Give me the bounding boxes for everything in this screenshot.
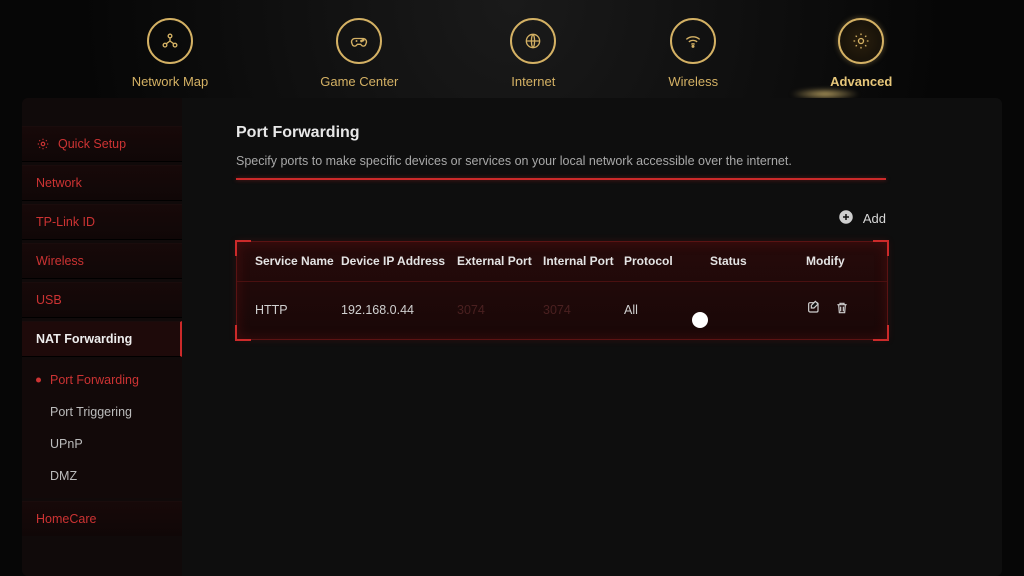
table-row: HTTP 192.168.0.44 3074 3074 All xyxy=(237,282,887,339)
corner-decoration xyxy=(873,240,889,256)
sidebar-item-nat-forwarding[interactable]: NAT Forwarding xyxy=(22,321,182,357)
sidebar-item-tp-link-id[interactable]: TP-Link ID xyxy=(22,204,182,240)
edit-button[interactable] xyxy=(806,300,822,319)
add-button[interactable]: Add xyxy=(837,208,886,229)
topnav-game-center[interactable]: Game Center xyxy=(320,18,398,89)
main-panel: Port Forwarding Specify ports to make sp… xyxy=(182,98,1002,576)
topnav-network-map[interactable]: Network Map xyxy=(132,18,209,89)
plus-circle-icon xyxy=(837,208,855,229)
topnav-label: Wireless xyxy=(668,74,718,89)
sidebar: Quick Setup Network TP-Link ID Wireless … xyxy=(22,98,182,576)
corner-decoration xyxy=(873,325,889,341)
cell-ip: 192.168.0.44 xyxy=(341,303,451,317)
gamepad-icon xyxy=(336,18,382,64)
topnav-label: Internet xyxy=(511,74,555,89)
sidebar-sub-label: UPnP xyxy=(50,437,83,451)
edit-icon xyxy=(806,300,822,316)
sidebar-item-label: TP-Link ID xyxy=(36,215,95,229)
top-nav: Network Map Game Center Internet Wireles… xyxy=(0,0,1024,89)
sidebar-item-label: NAT Forwarding xyxy=(36,332,132,346)
sidebar-sub-upnp[interactable]: UPnP xyxy=(22,428,182,460)
gear-icon xyxy=(36,137,50,151)
sidebar-item-label: USB xyxy=(36,293,62,307)
col-ext: External Port xyxy=(457,254,537,269)
col-proto: Protocol xyxy=(624,254,704,269)
table-header: Service Name Device IP Address External … xyxy=(237,242,887,282)
sidebar-item-label: Wireless xyxy=(36,254,84,268)
sidebar-item-label: HomeCare xyxy=(36,512,96,526)
network-map-icon xyxy=(147,18,193,64)
sidebar-item-wireless[interactable]: Wireless xyxy=(22,243,182,279)
col-int: Internal Port xyxy=(543,254,618,269)
topnav-label: Advanced xyxy=(830,74,892,89)
topnav-label: Game Center xyxy=(320,74,398,89)
page-description: Specify ports to make specific devices o… xyxy=(236,154,974,168)
port-forwarding-table: Service Name Device IP Address External … xyxy=(236,241,888,340)
sidebar-item-usb[interactable]: USB xyxy=(22,282,182,318)
wifi-icon xyxy=(670,18,716,64)
cell-protocol: All xyxy=(624,303,704,317)
sidebar-item-homecare[interactable]: HomeCare xyxy=(22,501,182,536)
corner-decoration xyxy=(235,325,251,341)
cell-service: HTTP xyxy=(255,303,335,317)
modify-cell xyxy=(806,300,896,319)
trash-icon xyxy=(834,300,850,316)
col-service: Service Name xyxy=(255,254,335,269)
delete-button[interactable] xyxy=(834,300,850,319)
globe-icon xyxy=(510,18,556,64)
page-title: Port Forwarding xyxy=(236,124,974,142)
content-shell: Quick Setup Network TP-Link ID Wireless … xyxy=(22,98,1002,576)
col-ip: Device IP Address xyxy=(341,254,451,269)
sidebar-sub-port-triggering[interactable]: Port Triggering xyxy=(22,396,182,428)
table-toolbar: Add xyxy=(236,208,886,229)
topnav-internet[interactable]: Internet xyxy=(510,18,556,89)
topnav-label: Network Map xyxy=(132,74,209,89)
sidebar-sub-port-forwarding[interactable]: Port Forwarding xyxy=(22,364,182,396)
topnav-advanced[interactable]: Advanced xyxy=(830,18,892,89)
col-status: Status xyxy=(710,254,800,269)
sidebar-submenu-nat: Port Forwarding Port Triggering UPnP DMZ xyxy=(22,360,182,498)
title-underline xyxy=(236,178,886,180)
add-label: Add xyxy=(863,211,886,226)
topnav-wireless[interactable]: Wireless xyxy=(668,18,718,89)
col-modify: Modify xyxy=(806,254,896,269)
cell-int-port: 3074 xyxy=(543,303,618,317)
corner-decoration xyxy=(235,240,251,256)
gear-icon xyxy=(838,18,884,64)
sidebar-sub-label: DMZ xyxy=(50,469,77,483)
sidebar-sub-label: Port Forwarding xyxy=(50,373,139,387)
sidebar-item-network[interactable]: Network xyxy=(22,165,182,201)
sidebar-item-label: Network xyxy=(36,176,82,190)
sidebar-sub-dmz[interactable]: DMZ xyxy=(22,460,182,492)
sidebar-sub-label: Port Triggering xyxy=(50,405,132,419)
sidebar-item-quick-setup[interactable]: Quick Setup xyxy=(22,126,182,162)
sidebar-item-label: Quick Setup xyxy=(58,137,126,151)
cell-ext-port: 3074 xyxy=(457,303,537,317)
